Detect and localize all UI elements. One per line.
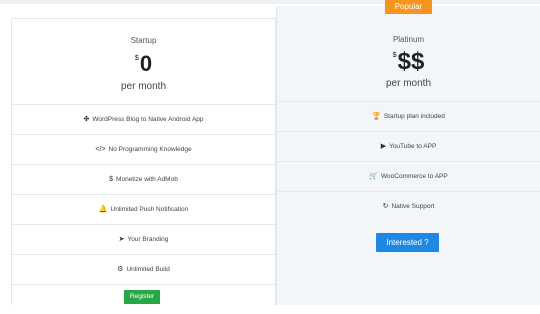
- billing-period: per month: [120, 81, 167, 92]
- platinum-plan-card: Platinum $$$ per month 🏆 Startup plan inc…: [276, 6, 540, 305]
- refresh-icon: ↻: [382, 203, 389, 210]
- feature-item: ▶ YouTube to APP: [277, 131, 540, 161]
- plan-price: $$$: [277, 50, 540, 74]
- startup-plan-card: Startup $0 per month ✤ WordPress Blog to …: [11, 18, 276, 305]
- trophy-icon: 🏆: [372, 113, 381, 120]
- price-amount: $$: [397, 48, 425, 75]
- startup-plan-header: Startup $0 per month: [12, 19, 275, 92]
- feature-item: $ Monetize with AdMob: [12, 164, 275, 194]
- feature-item: ↻ Native Support: [277, 191, 540, 221]
- currency-symbol: $: [134, 55, 139, 62]
- cart-icon: 🛒: [369, 173, 378, 180]
- top-border: [0, 0, 540, 4]
- feature-item: ➤ Your Branding: [12, 224, 275, 254]
- feature-item: 🏆 Startup plan included: [277, 101, 540, 131]
- bell-icon: 🔔: [98, 206, 108, 213]
- feature-item: ✤ WordPress Blog to Native Android App: [12, 104, 275, 134]
- dollar-icon: $: [109, 176, 114, 183]
- paper-plane-icon: ➤: [118, 236, 125, 243]
- code-icon: </>: [95, 146, 106, 153]
- youtube-icon: ▶: [380, 143, 387, 150]
- plan-price: $0: [12, 53, 275, 75]
- price-amount: 0: [139, 51, 153, 76]
- feature-item: 🔔 Unlimited Push Notification: [12, 194, 275, 224]
- startup-feature-list: ✤ WordPress Blog to Native Android App </…: [12, 104, 275, 314]
- register-button[interactable]: Register: [124, 290, 160, 304]
- platinum-plan-header: Platinum $$$ per month: [277, 6, 540, 89]
- gear-icon: ⚙: [117, 266, 124, 273]
- currency-symbol: $: [392, 52, 397, 59]
- plan-name: Startup: [130, 36, 157, 45]
- popular-badge: Popular: [385, 0, 432, 14]
- feature-item: </> No Programming Knowledge: [12, 134, 275, 164]
- platinum-feature-list: 🏆 Startup plan included ▶ YouTube to APP 🛒…: [277, 101, 540, 221]
- feature-item: 🛒 WooCommerce to APP: [277, 161, 540, 191]
- plan-name: Platinum: [392, 35, 425, 44]
- wordpress-icon: ✤: [83, 116, 90, 123]
- feature-item: ⚙ Unlimited Build: [12, 254, 275, 284]
- interested-button[interactable]: Interested ?: [376, 233, 439, 252]
- billing-period: per month: [385, 78, 432, 89]
